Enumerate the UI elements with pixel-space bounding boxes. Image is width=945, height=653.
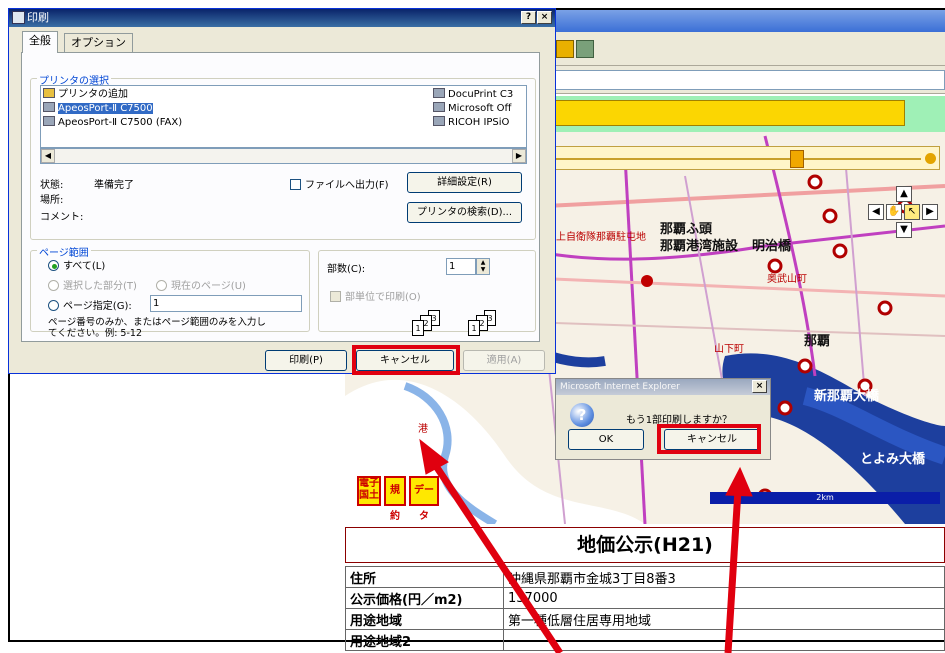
arrow-to-confirm-cancel: [724, 489, 742, 653]
annotation-arrows: [419, 438, 753, 653]
tab-general[interactable]: 全般: [22, 31, 58, 53]
arrow-to-print-cancel: [429, 458, 563, 653]
